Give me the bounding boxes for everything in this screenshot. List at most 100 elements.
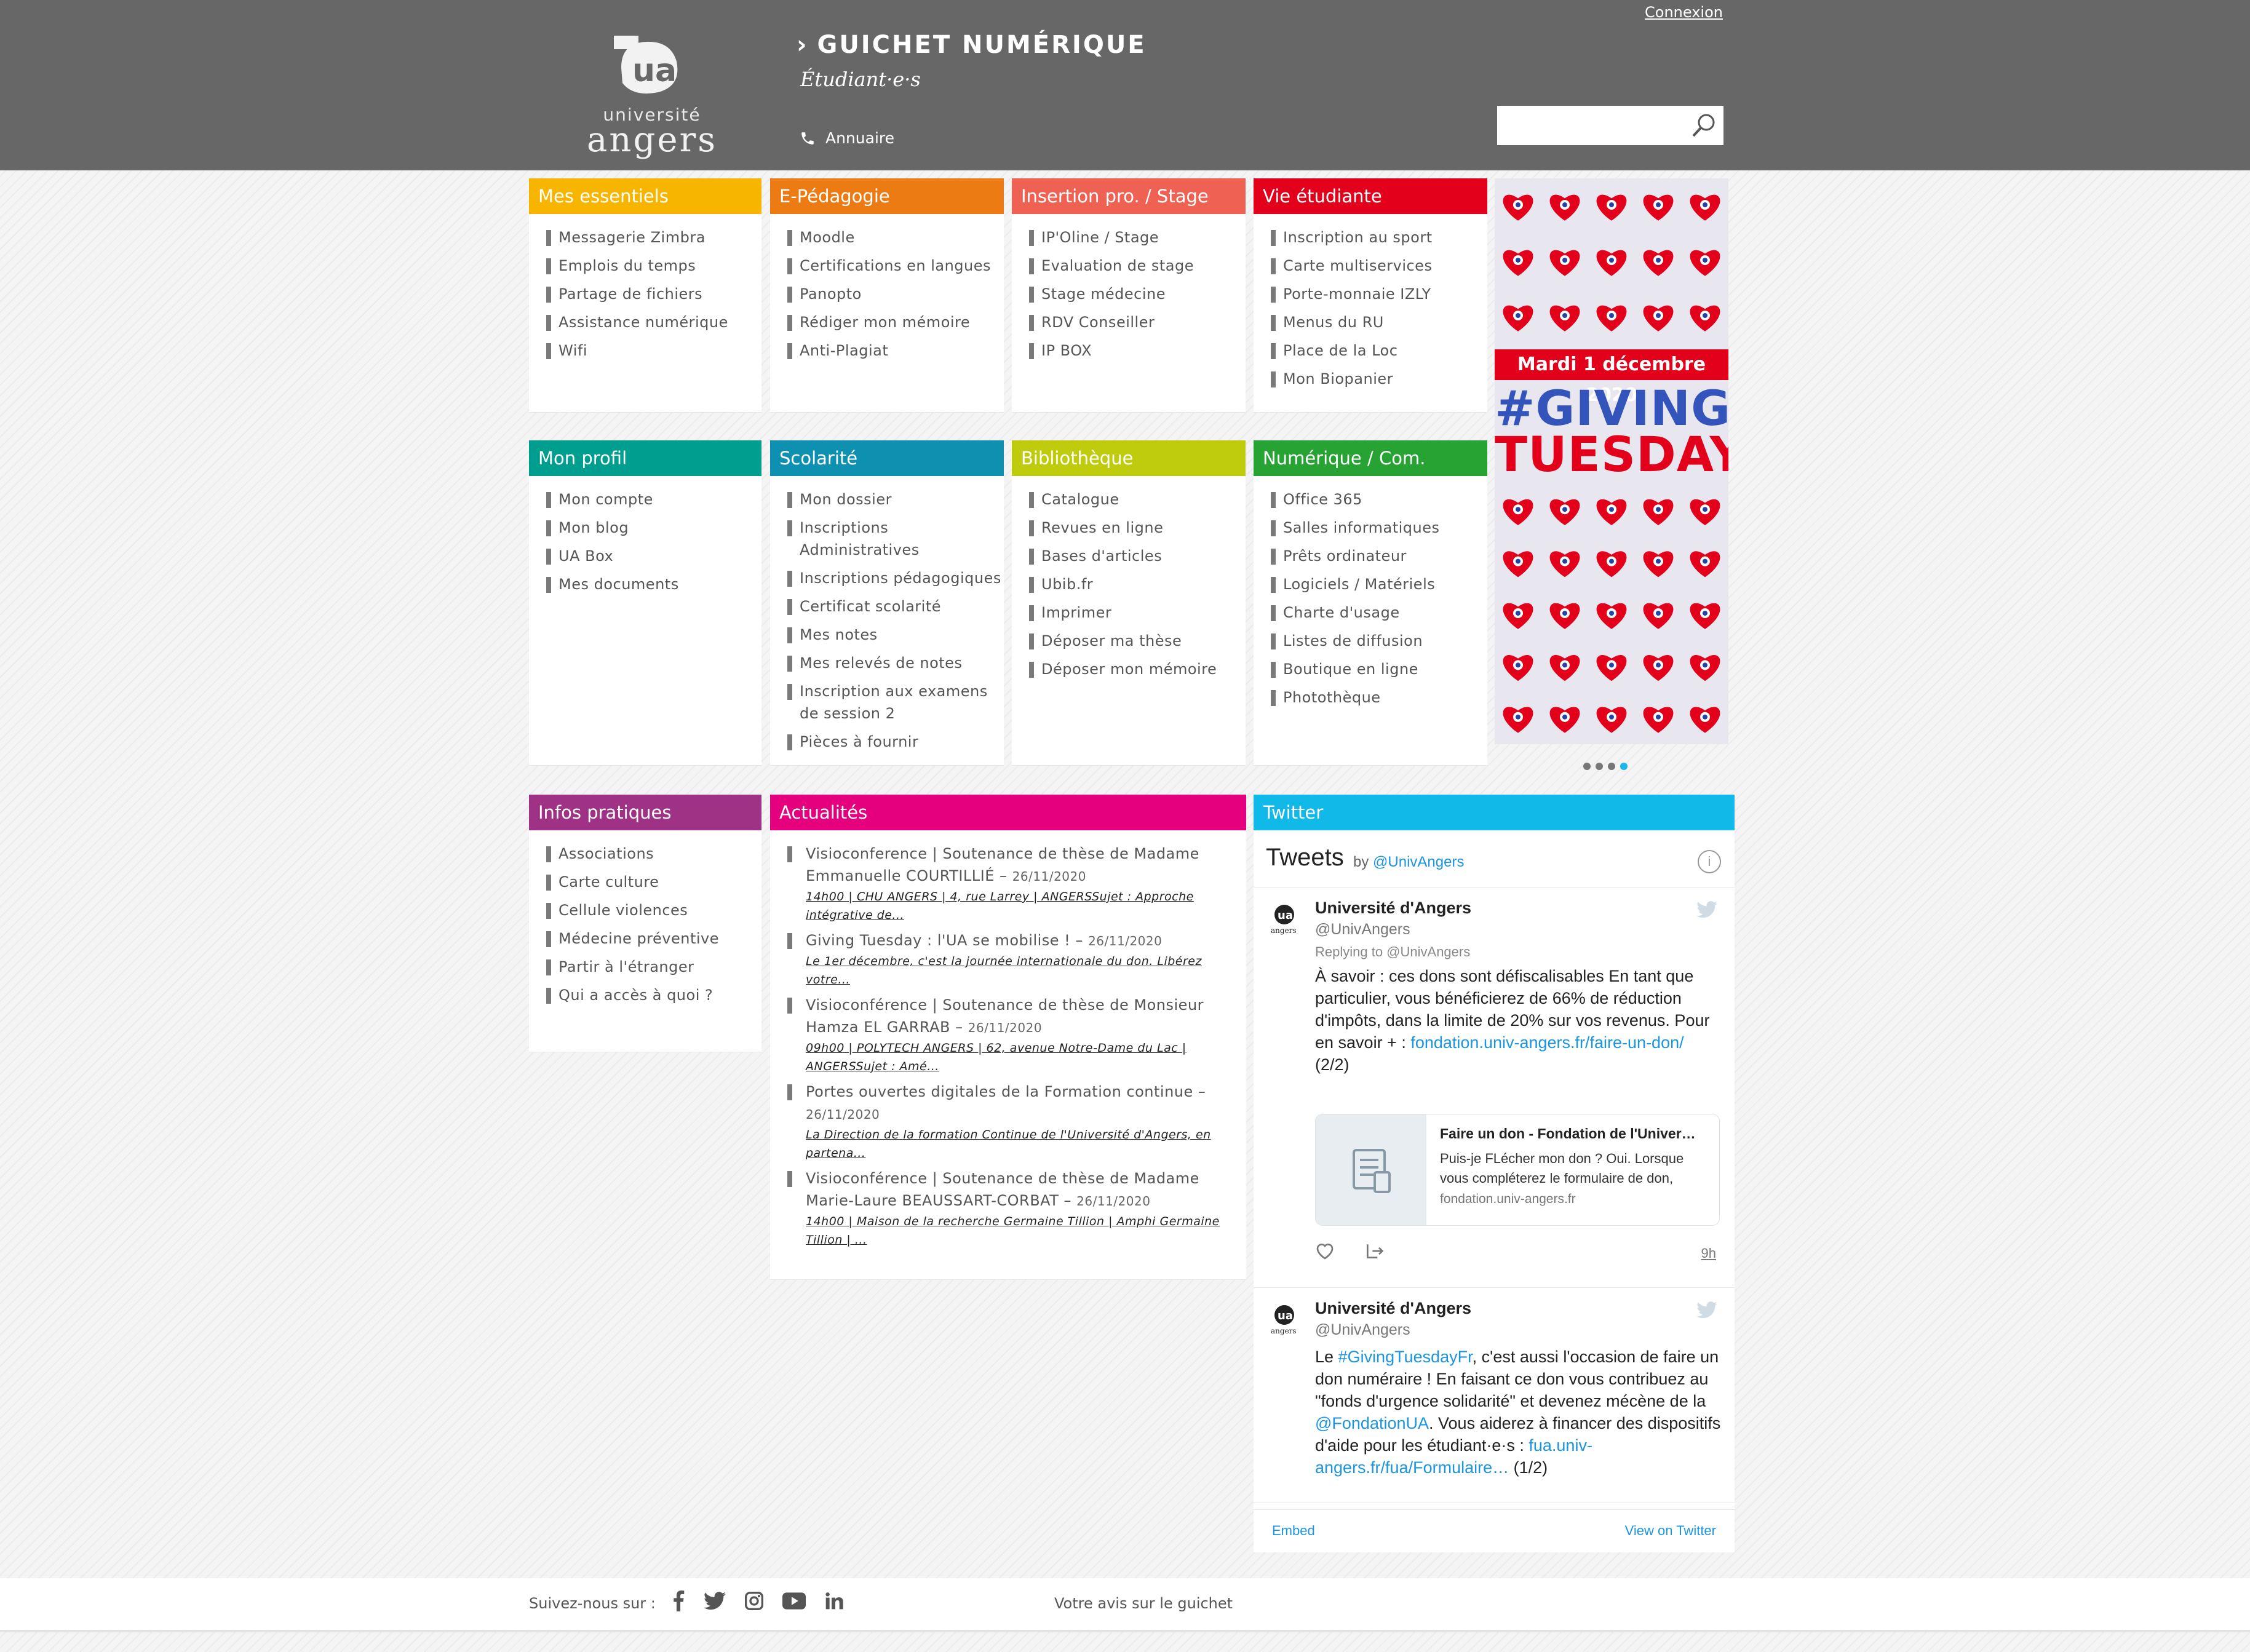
panel-link[interactable]: Mon blog	[546, 517, 761, 539]
instagram-icon[interactable]	[744, 1591, 764, 1611]
search-icon[interactable]	[1690, 112, 1717, 139]
connexion-link[interactable]: Connexion	[1645, 4, 1723, 21]
panel-link[interactable]: Salles informatiques	[1271, 517, 1487, 539]
info-icon[interactable]: i	[1698, 850, 1721, 873]
news-snippet[interactable]: La Direction de la formation Continue de…	[806, 1126, 1246, 1162]
link-card[interactable]: Faire un don - Fondation de l'Univer… Pu…	[1315, 1114, 1720, 1226]
linkedin-icon[interactable]	[824, 1591, 844, 1611]
panel-link[interactable]: IP BOX	[1029, 340, 1246, 362]
carousel-dot-active[interactable]	[1620, 763, 1628, 770]
panel-link[interactable]: Listes de diffusion	[1271, 630, 1487, 652]
tweet-author-name[interactable]: Université d'Angers	[1315, 899, 1471, 918]
panel-link[interactable]: Mon Biopanier	[1271, 368, 1487, 390]
news-item[interactable]: Visioconférence | Soutenance de thèse de…	[787, 994, 1246, 1076]
panel-link[interactable]: Catalogue	[1029, 488, 1246, 510]
panel-link[interactable]: Stage médecine	[1029, 283, 1246, 305]
tweet-time[interactable]: 9h	[1701, 1245, 1716, 1261]
panel-link[interactable]: Moodle	[787, 226, 1004, 248]
tweet-link[interactable]: fondation.univ-angers.fr/faire-un-don/	[1410, 1033, 1684, 1052]
news-snippet[interactable]: 14h00 | CHU ANGERS | 4, rue Larrey | ANG…	[806, 888, 1246, 924]
panel-link[interactable]: Pièces à fournir	[787, 731, 1004, 753]
panel-link[interactable]: Revues en ligne	[1029, 517, 1246, 539]
panel-link[interactable]: Assistance numérique	[546, 311, 761, 333]
panel-link[interactable]: Qui a accès à quoi ?	[546, 984, 761, 1006]
panel-link[interactable]: Partage de fichiers	[546, 283, 761, 305]
panel-link[interactable]: Panopto	[787, 283, 1004, 305]
panel-link[interactable]: Certifications en langues	[787, 255, 1004, 277]
news-snippet[interactable]: Le 1er décembre, c'est la journée intern…	[806, 952, 1246, 989]
panel-link[interactable]: Porte-monnaie IZLY	[1271, 283, 1487, 305]
panel-link[interactable]: Mon compte	[546, 488, 761, 510]
news-title[interactable]: Giving Tuesday : l'UA se mobilise !	[806, 932, 1070, 949]
panel-link[interactable]: Photothèque	[1271, 686, 1487, 709]
view-on-twitter-link[interactable]: View on Twitter	[1625, 1523, 1716, 1539]
giving-tuesday-banner[interactable]: Mardi 1 décembre 2020 #GIVING TUESDAY	[1495, 178, 1728, 744]
panel-link[interactable]: Ubib.fr	[1029, 573, 1246, 595]
news-item[interactable]: Portes ouvertes digitales de la Formatio…	[787, 1081, 1246, 1162]
panel-link[interactable]: Inscriptions Administratives	[787, 517, 1004, 561]
panel-link[interactable]: Mes documents	[546, 573, 761, 595]
twitter-bird-icon[interactable]	[1696, 901, 1717, 918]
news-item[interactable]: Visioconference | Soutenance de thèse de…	[787, 843, 1246, 924]
avatar[interactable]: ua angers	[1267, 901, 1302, 935]
panel-link[interactable]: Partir à l'étranger	[546, 956, 761, 978]
facebook-icon[interactable]	[672, 1590, 685, 1611]
news-item[interactable]: Giving Tuesday : l'UA se mobilise ! – 26…	[787, 929, 1246, 989]
news-title[interactable]: Portes ouvertes digitales de la Formatio…	[806, 1083, 1193, 1100]
news-item[interactable]: Visioconférence | Soutenance de thèse de…	[787, 1167, 1246, 1249]
panel-link[interactable]: Logiciels / Matériels	[1271, 573, 1487, 595]
feedback-link[interactable]: Votre avis sur le guichet	[1054, 1595, 1233, 1612]
share-icon[interactable]	[1364, 1242, 1384, 1260]
panel-link[interactable]: UA Box	[546, 545, 761, 567]
panel-link[interactable]: Boutique en ligne	[1271, 658, 1487, 680]
panel-link[interactable]: Certificat scolarité	[787, 595, 1004, 618]
search-input[interactable]	[1503, 106, 1690, 144]
panel-link[interactable]: Inscriptions pédagogiques	[787, 567, 1004, 589]
panel-link[interactable]: Charte d'usage	[1271, 602, 1487, 624]
news-snippet[interactable]: 14h00 | Maison de la recherche Germaine …	[806, 1212, 1246, 1249]
tweet-hashtag[interactable]: #GivingTuesdayFr	[1338, 1348, 1473, 1366]
panel-link[interactable]: Carte multiservices	[1271, 255, 1487, 277]
panel-link[interactable]: Menus du RU	[1271, 311, 1487, 333]
carousel-dot[interactable]	[1596, 763, 1603, 770]
panel-link[interactable]: Inscription au sport	[1271, 226, 1487, 248]
panel-link[interactable]: Associations	[546, 843, 761, 865]
youtube-icon[interactable]	[782, 1592, 806, 1610]
panel-link[interactable]: Inscription aux examens de session 2	[787, 680, 1004, 725]
tweet-mention[interactable]: @FondationUA	[1315, 1414, 1429, 1432]
panel-link[interactable]: Déposer ma thèse	[1029, 630, 1246, 652]
panel-link[interactable]: Office 365	[1271, 488, 1487, 510]
panel-link[interactable]: Rédiger mon mémoire	[787, 311, 1004, 333]
panel-link[interactable]: Anti-Plagiat	[787, 340, 1004, 362]
panel-link[interactable]: Evaluation de stage	[1029, 255, 1246, 277]
twitter-bird-icon[interactable]	[1696, 1301, 1717, 1319]
twitter-icon[interactable]	[704, 1592, 726, 1610]
carousel-dot[interactable]	[1583, 763, 1591, 770]
panel-link[interactable]: Messagerie Zimbra	[546, 226, 761, 248]
panel-link[interactable]: Déposer mon mémoire	[1029, 658, 1246, 680]
panel-link[interactable]: Carte culture	[546, 871, 761, 893]
heart-icon[interactable]	[1315, 1242, 1335, 1260]
panel-link[interactable]: Emplois du temps	[546, 255, 761, 277]
app-title[interactable]: › GUICHET NUMÉRIQUE	[797, 31, 1147, 59]
panel-link[interactable]: IP'Oline / Stage	[1029, 226, 1246, 248]
panel-link[interactable]: Cellule violences	[546, 899, 761, 921]
panel-link[interactable]: RDV Conseiller	[1029, 311, 1246, 333]
carousel-dot[interactable]	[1608, 763, 1615, 770]
panel-link[interactable]: Mon dossier	[787, 488, 1004, 510]
tweet-author-handle[interactable]: @UnivAngers	[1315, 1321, 1410, 1339]
panel-link[interactable]: Médecine préventive	[546, 927, 761, 950]
annuaire-link[interactable]: Annuaire	[800, 129, 894, 147]
university-logo[interactable]: ua université angers	[554, 25, 750, 159]
tweet-author-name[interactable]: Université d'Angers	[1315, 1299, 1471, 1318]
panel-link[interactable]: Bases d'articles	[1029, 545, 1246, 567]
embed-link[interactable]: Embed	[1272, 1523, 1315, 1539]
news-snippet[interactable]: 09h00 | POLYTECH ANGERS | 62, avenue Not…	[806, 1039, 1246, 1076]
avatar[interactable]: ua angers	[1267, 1301, 1302, 1336]
panel-link[interactable]: Mes relevés de notes	[787, 652, 1004, 674]
panel-link[interactable]: Prêts ordinateur	[1271, 545, 1487, 567]
panel-link[interactable]: Mes notes	[787, 624, 1004, 646]
tweet-author-handle[interactable]: @UnivAngers	[1315, 921, 1410, 939]
panel-link[interactable]: Imprimer	[1029, 602, 1246, 624]
panel-link[interactable]: Place de la Loc	[1271, 340, 1487, 362]
